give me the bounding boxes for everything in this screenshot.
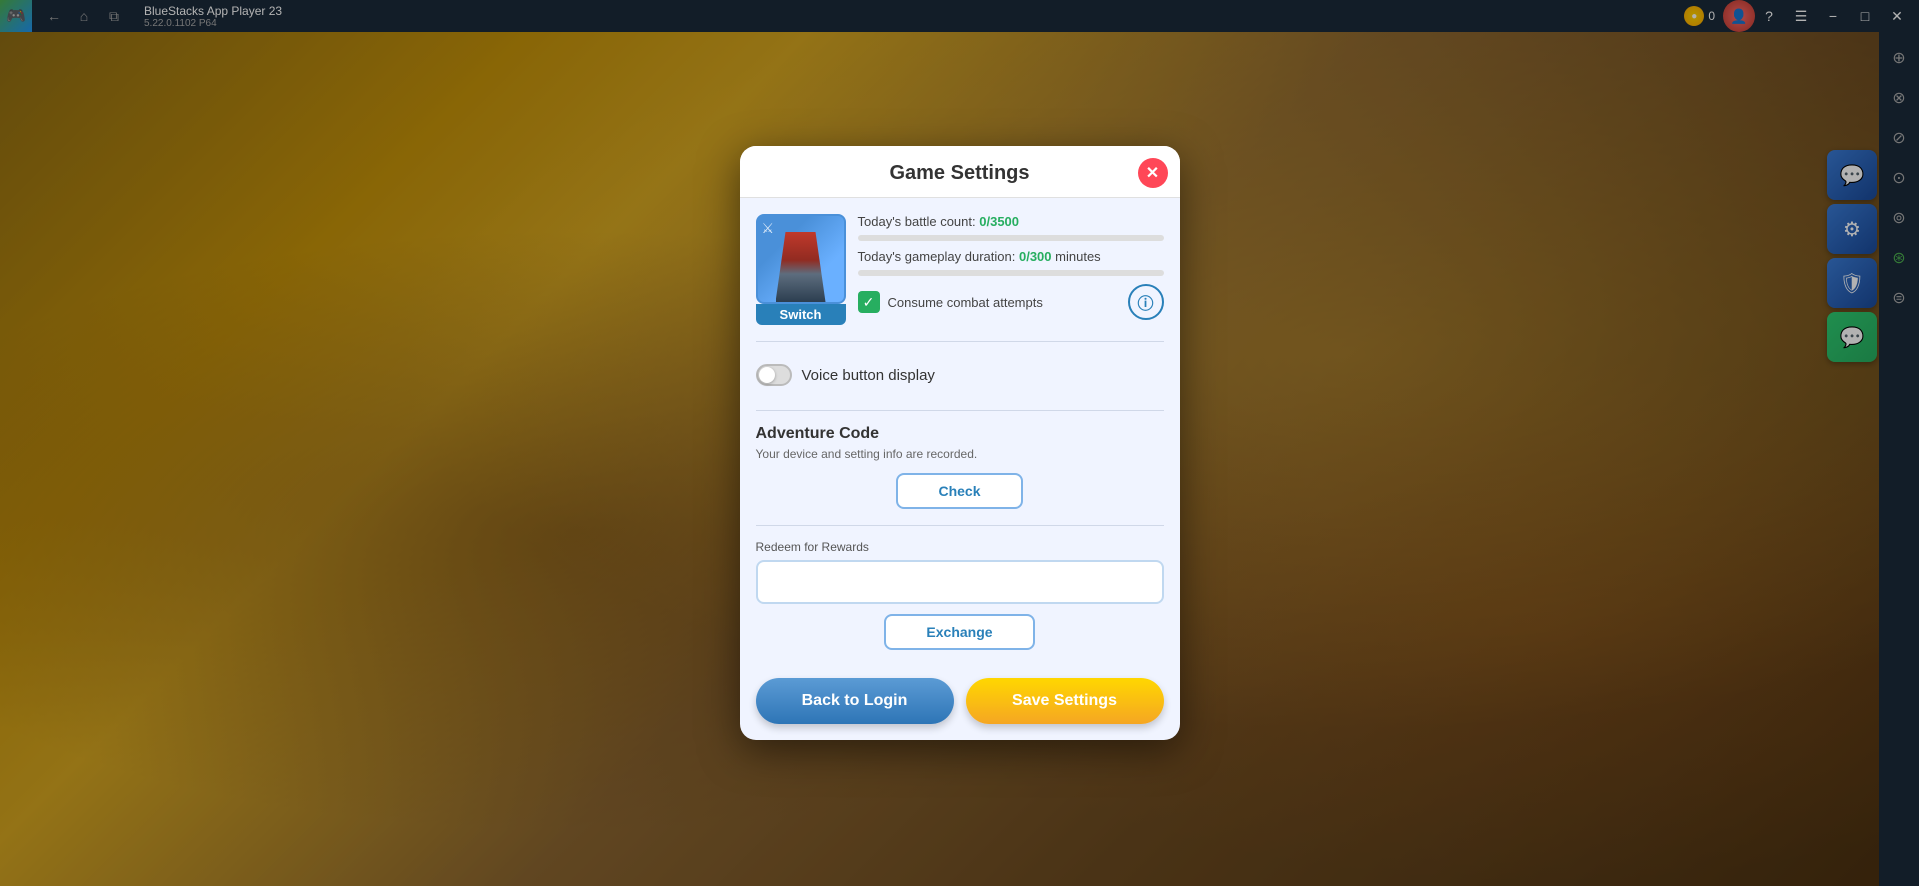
divider-1 [756, 341, 1164, 342]
back-to-login-button[interactable]: Back to Login [756, 678, 954, 724]
voice-toggle[interactable] [756, 364, 792, 386]
battle-progress-bar [858, 235, 1164, 241]
dialog-scroll-area[interactable]: Switch Today's battle count: 0/3500 Toda… [740, 198, 1180, 678]
stats-section: Today's battle count: 0/3500 Today's gam… [858, 214, 1164, 320]
voice-section: Voice button display [756, 356, 1164, 394]
dialog-footer: Back to Login Save Settings [740, 678, 1180, 740]
info-btn[interactable]: ⓘ [1128, 284, 1164, 320]
gameplay-duration-row: Today's gameplay duration: 0/300 minutes [858, 249, 1164, 264]
dialog-overlay: Game Settings ✕ Switch Today's battle co… [0, 0, 1919, 886]
battle-count-row: Today's battle count: 0/3500 [858, 214, 1164, 229]
consume-label: Consume combat attempts [888, 295, 1043, 310]
adventure-code-desc: Your device and setting info are recorde… [756, 447, 1164, 461]
game-settings-dialog: Game Settings ✕ Switch Today's battle co… [740, 146, 1180, 740]
divider-2 [756, 410, 1164, 411]
gameplay-duration-unit: minutes [1055, 249, 1101, 264]
battle-count-value: 0/3500 [979, 214, 1019, 229]
dialog-close-btn[interactable]: ✕ [1138, 158, 1168, 188]
dialog-body: Switch Today's battle count: 0/3500 Toda… [740, 198, 1180, 678]
character-avatar [756, 214, 846, 304]
consume-check-icon: ✓ [858, 291, 880, 313]
duration-progress-bar [858, 270, 1164, 276]
avatar-label: Switch [756, 304, 846, 325]
adventure-code-title: Adventure Code [756, 425, 1164, 443]
dialog-header: Game Settings ✕ [740, 146, 1180, 198]
adventure-code-section: Adventure Code Your device and setting i… [756, 425, 1164, 509]
redeem-section: Redeem for Rewards Exchange [756, 540, 1164, 650]
dialog-title: Game Settings [889, 162, 1029, 184]
avatar-box: Switch [756, 214, 846, 325]
redeem-label: Redeem for Rewards [756, 540, 1164, 554]
exchange-button[interactable]: Exchange [884, 614, 1034, 650]
redeem-input[interactable] [756, 560, 1164, 604]
divider-3 [756, 525, 1164, 526]
save-settings-button[interactable]: Save Settings [966, 678, 1164, 724]
check-button[interactable]: Check [896, 473, 1022, 509]
gameplay-duration-value: 0/300 [1019, 249, 1052, 264]
voice-button-label: Voice button display [802, 367, 935, 384]
battle-count-label: Today's battle count: [858, 214, 976, 229]
gameplay-duration-label: Today's gameplay duration: [858, 249, 1016, 264]
top-section: Switch Today's battle count: 0/3500 Toda… [756, 214, 1164, 325]
consume-row: ✓ Consume combat attempts ⓘ [858, 284, 1164, 320]
